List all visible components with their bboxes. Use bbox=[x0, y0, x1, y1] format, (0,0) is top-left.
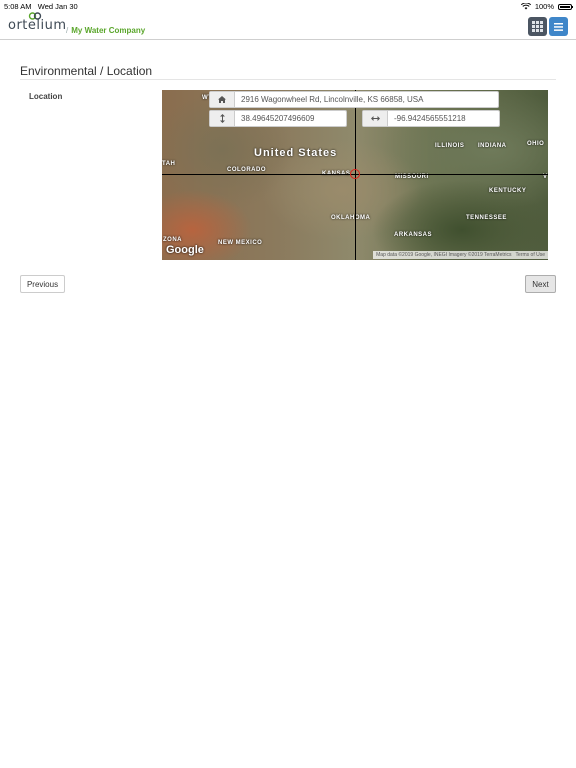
home-icon bbox=[210, 92, 235, 107]
google-logo[interactable]: Google bbox=[166, 244, 204, 256]
address-field-group: 2916 Wagonwheel Rd, Lincolnville, KS 668… bbox=[209, 91, 499, 108]
status-right: 100% bbox=[520, 2, 573, 11]
horizontal-arrows-icon bbox=[363, 111, 388, 126]
page-title: Environmental / Location bbox=[20, 64, 153, 78]
status-bar: 5:08 AM Wed Jan 30 100% bbox=[0, 0, 576, 12]
map-label-illinois: ILLINOIS bbox=[435, 143, 465, 149]
longitude-input[interactable]: -96.9424565551218 bbox=[388, 111, 499, 126]
location-map[interactable]: WY TAH United States COLORADO KANSAS MIS… bbox=[162, 90, 548, 260]
location-marker-icon[interactable] bbox=[350, 169, 360, 179]
latitude-field-group: 38.49645207496609 bbox=[209, 110, 347, 127]
main-menu-button[interactable] bbox=[549, 17, 568, 36]
company-name: / My Water Company bbox=[66, 26, 146, 35]
logo-text: ortelium bbox=[8, 18, 67, 33]
map-data-credit: Map data ©2019 Google, INEGI Imagery ©20… bbox=[376, 252, 512, 258]
battery-percent: 100% bbox=[534, 2, 554, 11]
apps-grid-button[interactable] bbox=[528, 17, 547, 36]
map-label-utah: TAH bbox=[162, 161, 176, 167]
next-button[interactable]: Next bbox=[525, 275, 556, 293]
logo-mark-icon bbox=[28, 12, 42, 20]
map-label-country: United States bbox=[254, 147, 338, 159]
logo[interactable]: ortelium bbox=[8, 12, 67, 33]
latitude-input[interactable]: 38.49645207496609 bbox=[235, 111, 346, 126]
title-divider bbox=[20, 79, 556, 80]
location-label: Location bbox=[29, 92, 63, 101]
terms-of-use-link[interactable]: Terms of Use bbox=[516, 252, 545, 258]
status-time-date: 5:08 AM Wed Jan 30 bbox=[4, 2, 78, 11]
map-label-tennessee: TENNESSEE bbox=[466, 215, 507, 221]
map-label-ohio: OHIO bbox=[527, 141, 545, 147]
battery-icon bbox=[558, 3, 573, 10]
previous-button[interactable]: Previous bbox=[20, 275, 65, 293]
map-label-oklahoma: OKLAHOMA bbox=[331, 215, 371, 221]
map-label-new-mexico: NEW MEXICO bbox=[218, 240, 263, 246]
map-label-kentucky: KENTUCKY bbox=[489, 188, 527, 194]
address-input[interactable]: 2916 Wagonwheel Rd, Lincolnville, KS 668… bbox=[235, 92, 498, 107]
app-header: ortelium / My Water Company bbox=[0, 12, 576, 40]
menu-icon bbox=[554, 22, 563, 31]
map-label-arizona: ZONA bbox=[163, 237, 182, 243]
map-label-arkansas: ARKANSAS bbox=[394, 232, 433, 238]
vertical-arrows-icon bbox=[210, 111, 235, 126]
map-label-colorado: COLORADO bbox=[227, 167, 266, 173]
grid-icon bbox=[532, 21, 543, 32]
map-attribution: Map data ©2019 Google, INEGI Imagery ©20… bbox=[373, 251, 548, 259]
wifi-icon bbox=[520, 3, 531, 10]
longitude-field-group: -96.9424565551218 bbox=[362, 110, 500, 127]
map-label-indiana: INDIANA bbox=[478, 143, 507, 149]
